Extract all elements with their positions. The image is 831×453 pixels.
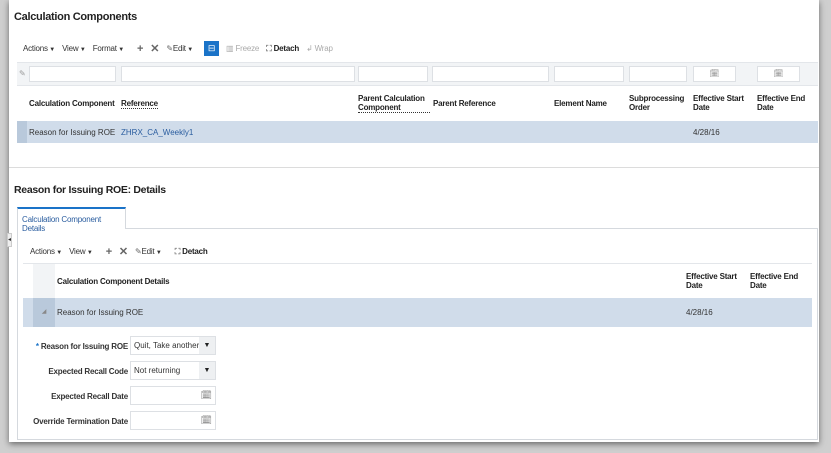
col-calc-component[interactable]: Calculation Component bbox=[29, 99, 115, 108]
override-date-input[interactable]: 🗓 bbox=[130, 411, 216, 430]
filter-reference[interactable] bbox=[121, 66, 355, 82]
format-menu[interactable]: Format bbox=[93, 44, 124, 53]
details-edit-button[interactable]: ✎Edit bbox=[135, 247, 162, 256]
reason-select[interactable]: Quit, Take another job ▼ bbox=[130, 336, 216, 355]
details-form: * Reason for Issuing ROE Quit, Take anot… bbox=[18, 336, 218, 436]
filter-calc-component[interactable] bbox=[29, 66, 116, 82]
filter-parent-ref[interactable] bbox=[432, 66, 549, 82]
filter-start-date[interactable]: 🗓 bbox=[693, 66, 736, 82]
cell-detail: Reason for Issuing ROE bbox=[57, 308, 144, 317]
details-table-header: Calculation Component Details Effective … bbox=[23, 263, 812, 299]
filter-end-date[interactable]: 🗓 bbox=[757, 66, 800, 82]
recall-code-label: Expected Recall Code bbox=[48, 367, 128, 376]
reason-label: * Reason for Issuing ROE bbox=[35, 342, 128, 351]
filter-parent-calc[interactable] bbox=[358, 66, 428, 82]
col-end-date[interactable]: Effective End Date bbox=[757, 94, 817, 112]
details-view-menu[interactable]: View bbox=[69, 247, 93, 256]
row-header[interactable] bbox=[17, 121, 27, 143]
detach-button[interactable]: ⛶ Detach bbox=[266, 44, 299, 54]
pencil-icon: ✎ bbox=[166, 44, 173, 53]
delete-icon[interactable]: ✕ bbox=[119, 245, 128, 258]
col-parent-ref[interactable]: Parent Reference bbox=[433, 99, 496, 108]
calendar-icon: 🗓 bbox=[200, 390, 212, 400]
calendar-icon: 🗓 bbox=[200, 415, 212, 425]
view-menu[interactable]: View bbox=[62, 44, 86, 53]
col-reference[interactable]: Reference bbox=[121, 99, 158, 109]
cell-calc-component: Reason for Issuing ROE bbox=[29, 128, 116, 137]
wrap-button[interactable]: ↲ Wrap bbox=[306, 44, 333, 53]
col-details-start[interactable]: Effective Start Date bbox=[686, 272, 746, 290]
table-header: Calculation Component Reference Parent C… bbox=[17, 86, 818, 121]
table-row[interactable]: Reason for Issuing ROE ZHRX_CA_Weekly1 4… bbox=[17, 121, 818, 143]
details-detach-button[interactable]: ⛶ Detach bbox=[175, 247, 208, 257]
dropdown-arrow-icon: ▼ bbox=[199, 337, 215, 354]
main-panel: Calculation Components Actions View Form… bbox=[7, 0, 819, 442]
reference-link[interactable]: ZHRX_CA_Weekly1 bbox=[121, 128, 193, 137]
top-toolbar: Actions View Format + ✕ ✎Edit ⊟ ▥ Freeze… bbox=[23, 41, 333, 56]
collapse-pane-handle[interactable]: ◂ bbox=[7, 233, 12, 247]
freeze-button[interactable]: ▥ Freeze bbox=[226, 44, 259, 53]
filter-subproc[interactable] bbox=[629, 66, 687, 82]
detach-icon: ⛶ bbox=[266, 43, 272, 53]
dropdown-arrow-icon: ▼ bbox=[199, 362, 215, 379]
expand-icon[interactable]: ◢ bbox=[33, 298, 55, 327]
col-start-date[interactable]: Effective Start Date bbox=[693, 94, 753, 112]
page-title: Calculation Components bbox=[14, 11, 137, 23]
cell-start-date: 4/28/16 bbox=[693, 128, 720, 137]
query-by-example-button[interactable]: ⊟ bbox=[204, 41, 220, 56]
details-toolbar: Actions View + ✕ ✎Edit ⛶ Detach bbox=[30, 245, 208, 259]
recall-code-select[interactable]: Not returning ▼ bbox=[130, 361, 216, 380]
divider bbox=[9, 167, 819, 168]
details-title: Reason for Issuing ROE: Details bbox=[14, 184, 166, 196]
col-details-end[interactable]: Effective End Date bbox=[750, 272, 810, 290]
recall-date-input[interactable]: 🗓 bbox=[130, 386, 216, 405]
detach-icon: ⛶ bbox=[174, 246, 181, 256]
add-icon[interactable]: + bbox=[137, 43, 143, 55]
edit-button[interactable]: ✎Edit bbox=[166, 44, 193, 53]
calendar-icon: 🗓 bbox=[773, 69, 784, 78]
col-subproc-order[interactable]: Subprocessing Order bbox=[629, 94, 689, 112]
delete-icon[interactable]: ✕ bbox=[150, 42, 159, 55]
details-table-row[interactable]: ◢ Reason for Issuing ROE 4/28/16 bbox=[23, 298, 812, 327]
col-parent-calc[interactable]: Parent Calculation Component bbox=[358, 94, 430, 113]
details-actions-menu[interactable]: Actions bbox=[30, 247, 62, 256]
actions-menu[interactable]: Actions bbox=[23, 44, 55, 53]
filter-element[interactable] bbox=[554, 66, 624, 82]
col-details[interactable]: Calculation Component Details bbox=[57, 277, 170, 286]
cell-details-start: 4/28/16 bbox=[686, 308, 713, 317]
details-pane: Actions View + ✕ ✎Edit ⛶ Detach Calculat… bbox=[17, 228, 818, 440]
col-element-name[interactable]: Element Name bbox=[554, 99, 607, 108]
recall-date-label: Expected Recall Date bbox=[51, 392, 128, 401]
tab-calc-component-details[interactable]: Calculation Component Details bbox=[17, 207, 126, 233]
override-date-label: Override Termination Date bbox=[33, 417, 128, 426]
clear-filter-icon[interactable]: ✎ bbox=[19, 69, 26, 78]
add-icon[interactable]: + bbox=[106, 246, 112, 258]
filter-row: ✎ 🗓 🗓 bbox=[17, 62, 818, 86]
calendar-icon: 🗓 bbox=[709, 69, 720, 78]
